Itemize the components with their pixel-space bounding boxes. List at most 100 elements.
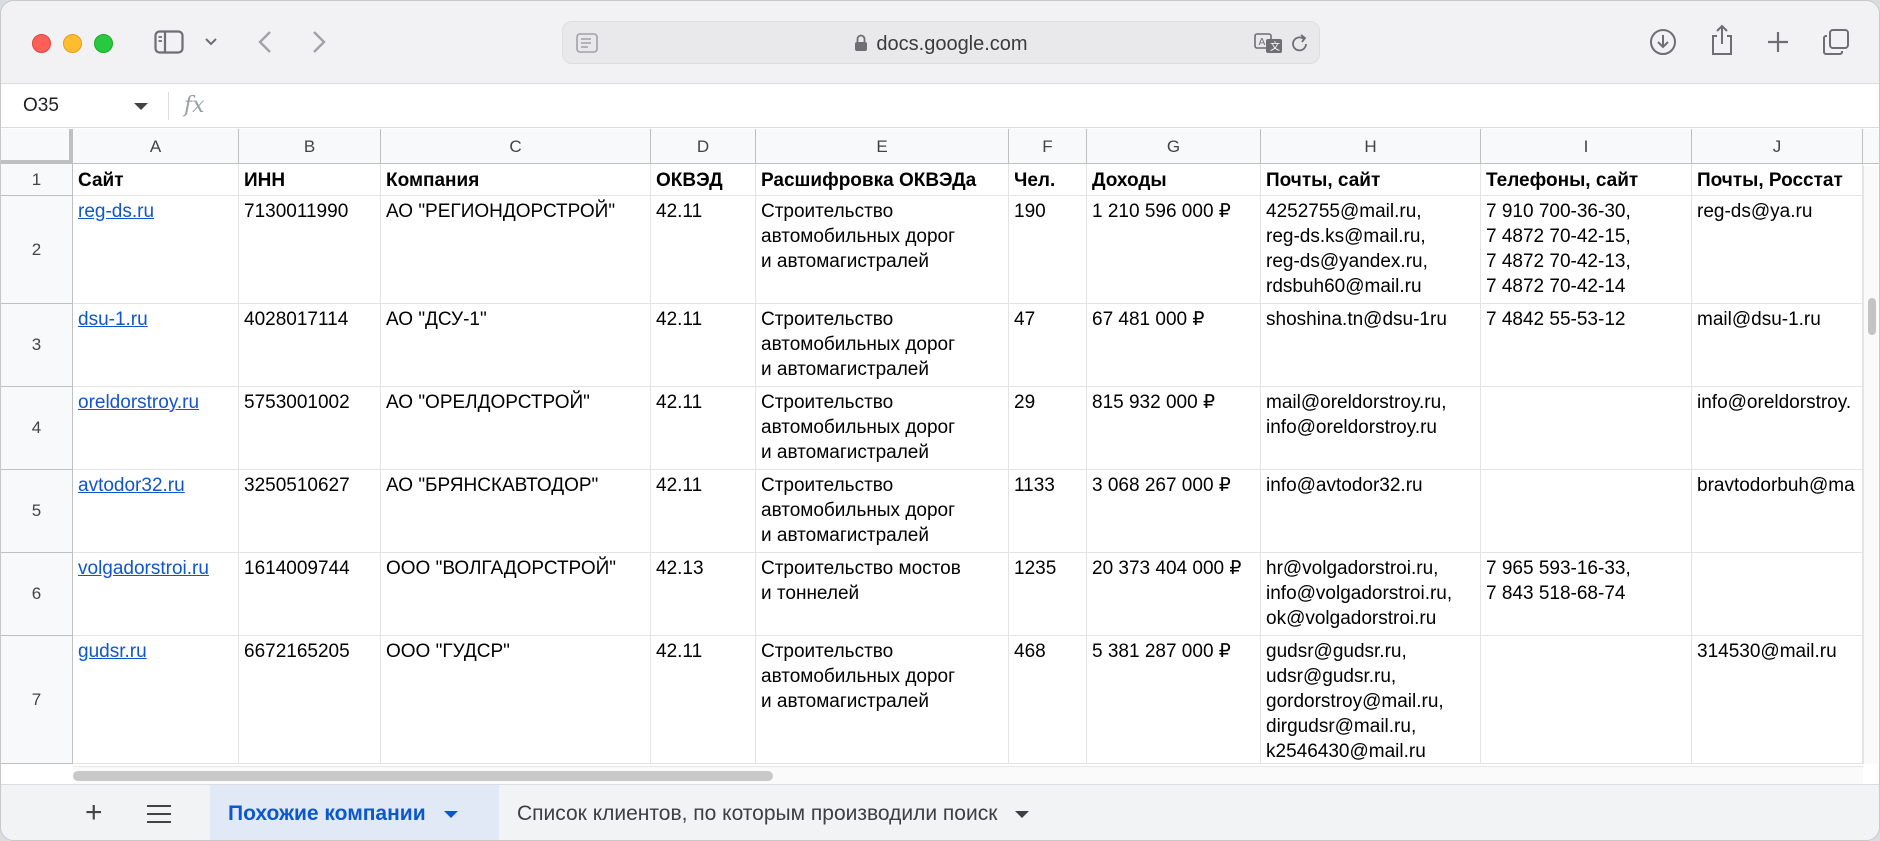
table-cell[interactable]: 47: [1009, 304, 1087, 387]
site-link-cell[interactable]: volgadorstroi.ru: [73, 553, 239, 636]
tab-overview-icon[interactable]: [1821, 27, 1851, 57]
table-cell[interactable]: 67 481 000 ₽: [1087, 304, 1261, 387]
site-link-cell[interactable]: dsu-1.ru: [73, 304, 239, 387]
table-cell[interactable]: Строительство автомобильных дорог и авто…: [756, 470, 1009, 553]
table-cell[interactable]: [1481, 387, 1692, 470]
row-header-5[interactable]: 5: [1, 470, 73, 553]
header-cell[interactable]: Почты, Росстат: [1692, 164, 1863, 196]
tab-client-list[interactable]: Список клиентов, по которым производили …: [501, 785, 1141, 840]
row-header-3[interactable]: 3: [1, 304, 73, 387]
table-cell[interactable]: gudsr@gudsr.ru, udsr@gudsr.ru, gordorstr…: [1261, 636, 1481, 764]
vertical-scrollbar[interactable]: [1863, 166, 1879, 764]
table-cell[interactable]: АО "РЕГИОНДОРСТРОЙ": [381, 196, 651, 304]
chevron-down-icon[interactable]: [203, 34, 219, 50]
column-header-b[interactable]: B: [239, 129, 381, 164]
header-cell[interactable]: Сайт: [73, 164, 239, 196]
table-cell[interactable]: 3 068 267 000 ₽: [1087, 470, 1261, 553]
new-tab-icon[interactable]: [1764, 28, 1792, 56]
close-window-button[interactable]: [32, 34, 51, 53]
table-cell[interactable]: АО "ОРЕЛДОРСТРОЙ": [381, 387, 651, 470]
table-cell[interactable]: 7 4842 55-53-12: [1481, 304, 1692, 387]
name-box[interactable]: O35: [23, 95, 59, 117]
horizontal-scroll-thumb[interactable]: [73, 771, 773, 781]
table-cell[interactable]: 3250510627: [239, 470, 381, 553]
header-cell[interactable]: Чел.: [1009, 164, 1087, 196]
table-cell[interactable]: 314530@mail.ru: [1692, 636, 1863, 764]
column-header-d[interactable]: D: [651, 129, 756, 164]
table-cell[interactable]: ООО "ГУДСР": [381, 636, 651, 764]
column-header-i[interactable]: I: [1481, 129, 1692, 164]
table-cell[interactable]: 29: [1009, 387, 1087, 470]
table-cell[interactable]: mail@dsu-1.ru: [1692, 304, 1863, 387]
spreadsheet-grid[interactable]: ABCDEFGHIJ 1 Сайт ИНН Компания ОКВЭД Расшифро…: [1, 129, 1879, 764]
table-cell[interactable]: 190: [1009, 196, 1087, 304]
column-header-f[interactable]: F: [1009, 129, 1087, 164]
table-cell[interactable]: [1692, 553, 1863, 636]
column-header-j[interactable]: J: [1692, 129, 1863, 164]
table-cell[interactable]: [1481, 636, 1692, 764]
all-sheets-menu-icon[interactable]: [147, 805, 171, 829]
table-cell[interactable]: 42.11: [651, 636, 756, 764]
table-cell[interactable]: 42.13: [651, 553, 756, 636]
header-cell[interactable]: ИНН: [239, 164, 381, 196]
table-cell[interactable]: 20 373 404 000 ₽: [1087, 553, 1261, 636]
row-header-1[interactable]: 1: [1, 164, 73, 196]
horizontal-scrollbar[interactable]: [73, 766, 1863, 784]
header-cell[interactable]: Доходы: [1087, 164, 1261, 196]
reload-icon[interactable]: [1288, 31, 1312, 55]
table-cell[interactable]: [1481, 470, 1692, 553]
table-cell[interactable]: 815 932 000 ₽: [1087, 387, 1261, 470]
tab-dropdown-icon[interactable]: [1015, 810, 1030, 818]
table-cell[interactable]: 4252755@mail.ru, reg-ds.ks@mail.ru, reg-…: [1261, 196, 1481, 304]
table-cell[interactable]: 468: [1009, 636, 1087, 764]
table-cell[interactable]: Строительство автомобильных дорог и авто…: [756, 196, 1009, 304]
row-header-2[interactable]: 2: [1, 196, 73, 304]
header-cell[interactable]: Компания: [381, 164, 651, 196]
share-icon[interactable]: [1707, 23, 1737, 57]
row-header-6[interactable]: 6: [1, 553, 73, 636]
row-header-7[interactable]: 7: [1, 636, 73, 764]
forward-icon[interactable]: [307, 29, 331, 55]
table-cell[interactable]: 42.11: [651, 196, 756, 304]
sidebar-toggle-icon[interactable]: [153, 29, 185, 55]
minimize-window-button[interactable]: [63, 34, 82, 53]
row-header-4[interactable]: 4: [1, 387, 73, 470]
table-cell[interactable]: Строительство автомобильных дорог и авто…: [756, 387, 1009, 470]
table-cell[interactable]: reg-ds@ya.ru: [1692, 196, 1863, 304]
site-link-cell[interactable]: oreldorstroy.ru: [73, 387, 239, 470]
header-cell[interactable]: ОКВЭД: [651, 164, 756, 196]
table-cell[interactable]: 5 381 287 000 ₽: [1087, 636, 1261, 764]
table-cell[interactable]: mail@oreldorstroy.ru, info@oreldorstroy.…: [1261, 387, 1481, 470]
column-header-c[interactable]: C: [381, 129, 651, 164]
column-header-g[interactable]: G: [1087, 129, 1261, 164]
table-cell[interactable]: 1133: [1009, 470, 1087, 553]
site-link-cell[interactable]: avtodor32.ru: [73, 470, 239, 553]
name-box-dropdown-icon[interactable]: [134, 103, 148, 110]
table-cell[interactable]: 42.11: [651, 387, 756, 470]
table-cell[interactable]: shoshina.tn@dsu-1ru: [1261, 304, 1481, 387]
header-cell[interactable]: Расшифровка ОКВЭДа: [756, 164, 1009, 196]
site-link-cell[interactable]: gudsr.ru: [73, 636, 239, 764]
table-cell[interactable]: Строительство автомобильных дорог и авто…: [756, 636, 1009, 764]
table-cell[interactable]: ООО "ВОЛГАДОРСТРОЙ": [381, 553, 651, 636]
tab-similar-companies[interactable]: Похожие компании: [210, 785, 499, 840]
table-cell[interactable]: 1614009744: [239, 553, 381, 636]
table-cell[interactable]: 5753001002: [239, 387, 381, 470]
table-cell[interactable]: 1 210 596 000 ₽: [1087, 196, 1261, 304]
site-link-cell[interactable]: reg-ds.ru: [73, 196, 239, 304]
table-cell[interactable]: 7130011990: [239, 196, 381, 304]
select-all-corner[interactable]: [1, 129, 73, 164]
add-sheet-button[interactable]: +: [85, 798, 103, 828]
table-cell[interactable]: info@oreldorstroy.: [1692, 387, 1863, 470]
column-header-e[interactable]: E: [756, 129, 1009, 164]
table-cell[interactable]: 7 910 700-36-30, 7 4872 70-42-15, 7 4872…: [1481, 196, 1692, 304]
table-cell[interactable]: bravtodorbuh@ma: [1692, 470, 1863, 553]
downloads-icon[interactable]: [1648, 27, 1678, 57]
table-cell[interactable]: 1235: [1009, 553, 1087, 636]
table-cell[interactable]: info@avtodor32.ru: [1261, 470, 1481, 553]
table-cell[interactable]: 4028017114: [239, 304, 381, 387]
table-cell[interactable]: 6672165205: [239, 636, 381, 764]
table-cell[interactable]: Строительство мостов и тоннелей: [756, 553, 1009, 636]
translate-icon[interactable]: A文: [1253, 31, 1285, 55]
address-bar[interactable]: docs.google.com A文: [562, 21, 1320, 64]
